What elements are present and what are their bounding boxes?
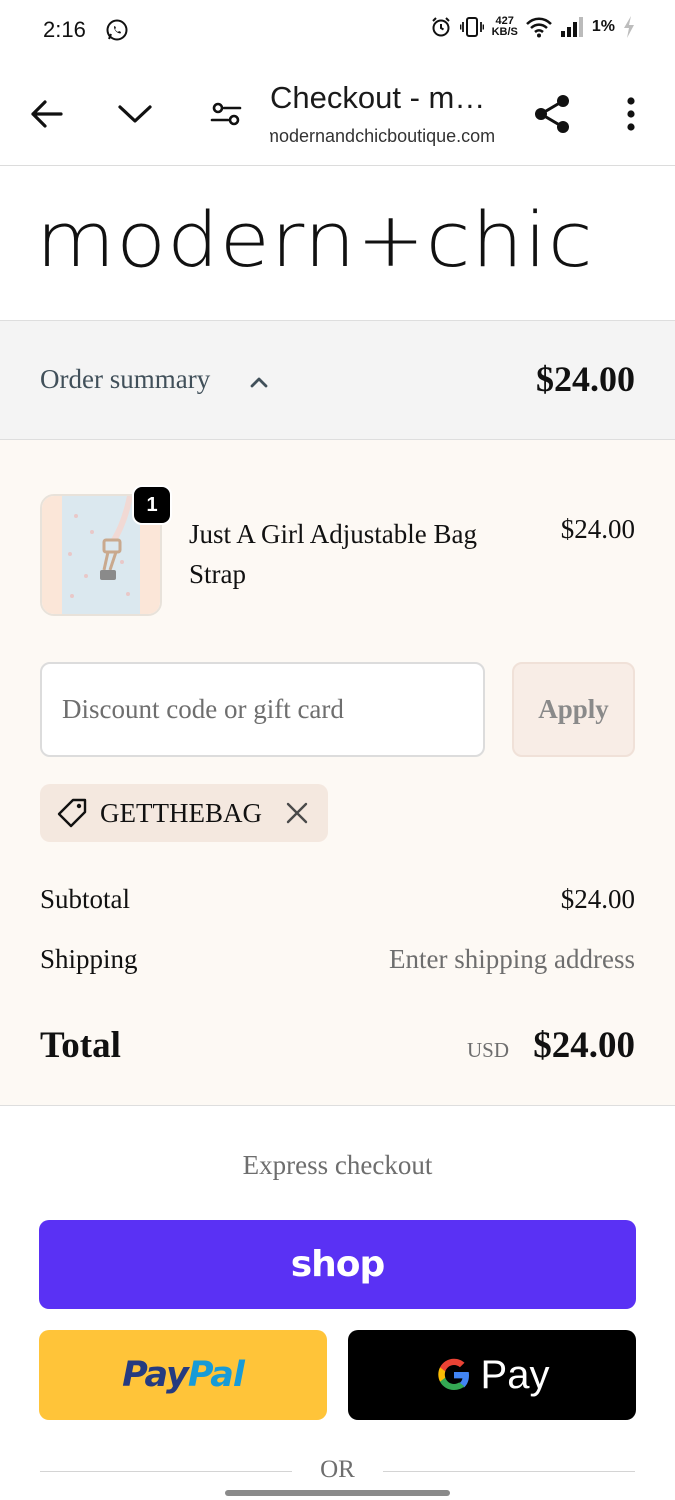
shop-pay-button[interactable]: shop xyxy=(39,1220,636,1309)
paypal-logo-part2: Pal xyxy=(187,1355,245,1395)
google-g-icon xyxy=(437,1358,469,1390)
or-label: OR xyxy=(320,1456,355,1483)
product-name: Just A Girl Adjustable Bag Strap xyxy=(189,519,478,589)
google-pay-label: Pay xyxy=(480,1352,550,1397)
price-tag-icon xyxy=(57,798,87,828)
order-summary-label: Order summary xyxy=(40,364,211,394)
back-button[interactable] xyxy=(24,92,68,136)
network-speed-unit: KB/S xyxy=(491,26,518,38)
discount-code-input[interactable] xyxy=(40,662,485,757)
quantity-badge: 1 xyxy=(132,485,172,525)
shipping-label: Shipping xyxy=(40,944,138,974)
paypal-logo: PayPal xyxy=(122,1355,245,1395)
status-icons: 427 KB/S 1% xyxy=(430,16,635,38)
share-icon xyxy=(535,95,569,133)
chevron-down-icon xyxy=(118,105,152,123)
more-vert-icon xyxy=(627,97,635,131)
product-price: $24.00 xyxy=(560,514,635,544)
page-url-text: modernandchicboutique.com xyxy=(270,126,496,146)
total-value: $24.00 xyxy=(533,1025,635,1066)
subtotal-label: Subtotal xyxy=(40,884,131,914)
applied-discount-tag: GETTHEBAG xyxy=(40,784,328,842)
remove-discount-button[interactable] xyxy=(284,800,310,826)
home-indicator[interactable] xyxy=(225,1490,450,1496)
subtotal-value: $24.00 xyxy=(560,884,635,914)
apply-discount-button[interactable]: Apply xyxy=(512,662,635,757)
paypal-logo-part1: Pay xyxy=(122,1355,189,1395)
express-checkout-heading: Express checkout xyxy=(242,1150,433,1180)
whatsapp-icon xyxy=(106,19,128,41)
or-divider: OR xyxy=(40,1456,635,1488)
minimize-tab-button[interactable] xyxy=(112,92,158,136)
share-button[interactable] xyxy=(528,90,576,138)
tune-icon xyxy=(210,102,242,126)
vibrate-icon xyxy=(459,17,484,37)
chevron-up-icon xyxy=(250,377,268,388)
shipping-value: Enter shipping address xyxy=(389,944,635,974)
battery-percent: 1% xyxy=(591,18,615,35)
status-bar: 2:16 427 KB/S 1% xyxy=(0,0,675,62)
arrow-left-icon xyxy=(31,100,63,128)
page-info-button[interactable] xyxy=(204,92,248,136)
total-label: Total xyxy=(40,1025,121,1066)
order-summary-total: $24.00 xyxy=(536,359,635,399)
wifi-icon xyxy=(525,17,552,38)
alarm-icon xyxy=(431,17,450,37)
charging-icon xyxy=(624,16,634,38)
browser-toolbar: Checkout - m… modernandchicboutique.com xyxy=(0,62,675,166)
page-url[interactable]: modernandchicboutique.com xyxy=(270,126,510,147)
status-time: 2:16 xyxy=(43,17,86,42)
paypal-button[interactable]: PayPal xyxy=(39,1330,327,1420)
close-icon xyxy=(286,802,308,824)
applied-discount-code: GETTHEBAG xyxy=(100,797,262,828)
total-currency: USD xyxy=(466,1038,509,1062)
page-title: Checkout - m… xyxy=(270,80,486,115)
store-logo[interactable]: modern+chic xyxy=(36,195,594,284)
signal-icon xyxy=(560,17,583,37)
divider-line-right xyxy=(383,1471,635,1472)
order-details: 1 Just A Girl Adjustable Bag Strap $24.0… xyxy=(0,440,675,1106)
google-pay-button[interactable]: Pay xyxy=(348,1330,636,1420)
network-speed: 427 KB/S xyxy=(492,16,518,38)
order-summary-toggle[interactable]: Order summary $24.00 xyxy=(0,320,675,440)
more-options-button[interactable] xyxy=(614,90,648,138)
store-header: modern+chic xyxy=(0,167,675,320)
shop-pay-logo: shop xyxy=(290,1244,386,1285)
